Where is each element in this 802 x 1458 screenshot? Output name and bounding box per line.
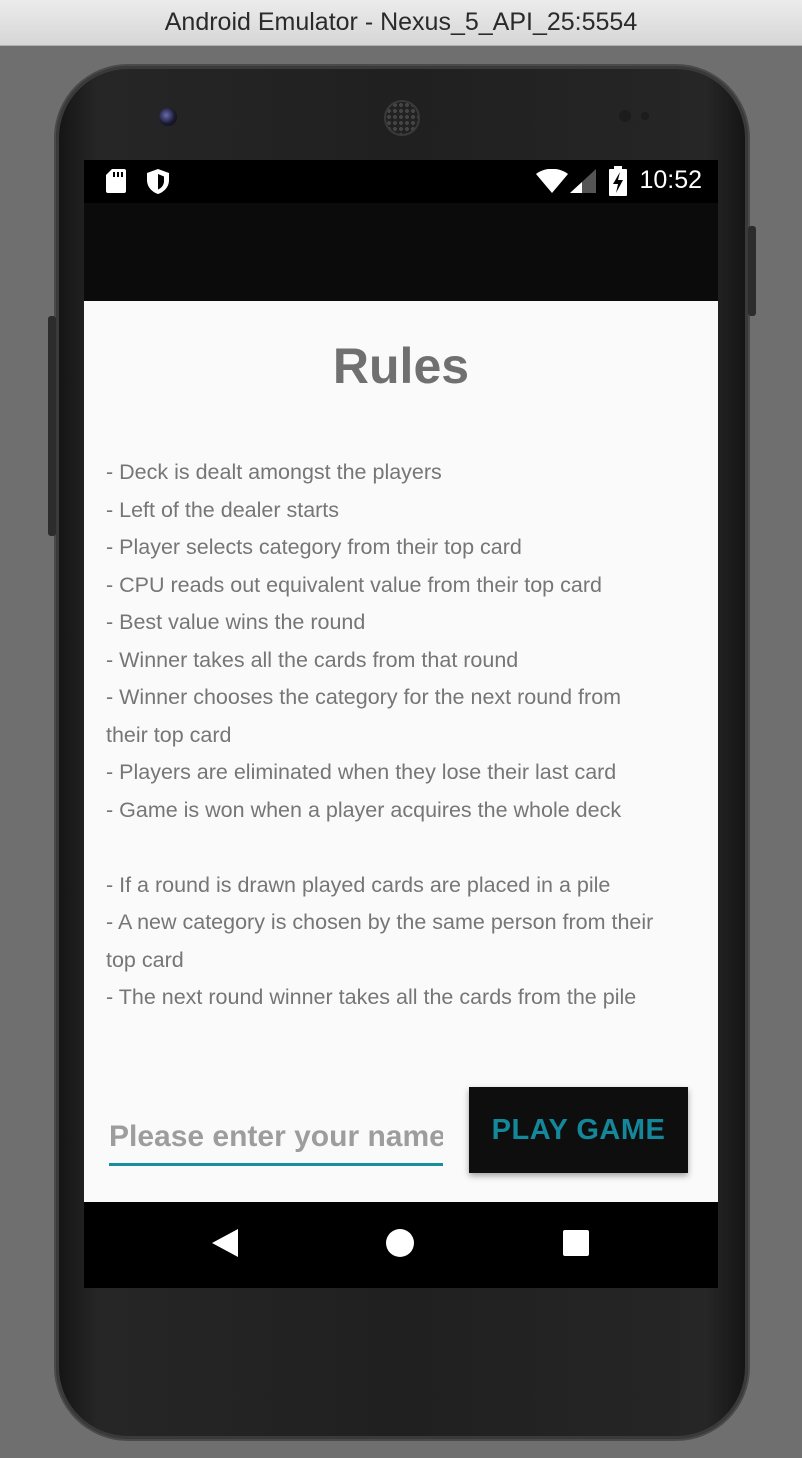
light-sensor: [641, 112, 649, 120]
rule-line: their top card: [106, 722, 232, 747]
recents-icon: [563, 1229, 589, 1261]
play-game-button[interactable]: PLAY GAME: [469, 1087, 688, 1173]
wifi-icon: [536, 168, 568, 198]
battery-charging-icon: [609, 166, 627, 201]
power-button[interactable]: [748, 226, 756, 316]
name-input[interactable]: [109, 1110, 443, 1166]
rule-line: - Winner chooses the category for the ne…: [106, 685, 622, 709]
rule-line: - CPU reads out equivalent value from th…: [106, 572, 602, 597]
back-button[interactable]: [180, 1202, 270, 1288]
device-screen: 10:52 Rules - Deck is dealt amongst the …: [84, 160, 718, 1288]
rule-line: - Players are eliminated when they lose …: [106, 760, 617, 784]
rule-line: - Left of the dealer starts: [106, 497, 340, 522]
rules-screen: Rules - Deck is dealt amongst the player…: [84, 301, 718, 1202]
front-camera: [159, 108, 177, 126]
rule-line: - Game is won when a player acquires the…: [106, 797, 622, 822]
speaker-grille: [384, 100, 420, 136]
recents-button[interactable]: [531, 1202, 621, 1288]
rule-line: - A new category is chosen by the same p…: [106, 910, 654, 934]
volume-button[interactable]: [48, 316, 56, 536]
back-icon: [212, 1228, 238, 1262]
rules-text: - Deck is dealt amongst the players - Le…: [106, 454, 706, 1017]
home-icon: [385, 1228, 415, 1263]
rule-line: - The next round winner takes all the ca…: [106, 985, 637, 1009]
clock: 10:52: [639, 166, 702, 194]
rule-line: - Winner takes all the cards from that r…: [106, 647, 519, 672]
rule-line: - Deck is dealt amongst the players: [106, 460, 442, 484]
rule-line: top card: [106, 947, 184, 972]
emulator-title-bar: Android Emulator - Nexus_5_API_25:5554: [0, 0, 802, 46]
rule-spacer: [106, 829, 706, 867]
shield-icon: [147, 169, 169, 199]
rule-line: - Best value wins the round: [106, 610, 366, 634]
rule-line: - Player selects category from their top…: [106, 535, 522, 559]
signal-icon: [570, 169, 596, 198]
home-button[interactable]: [355, 1202, 445, 1288]
page-title: Rules: [332, 338, 470, 394]
window-title: Android Emulator - Nexus_5_API_25:5554: [164, 8, 638, 36]
app-bar: [84, 203, 718, 301]
status-bar: 10:52: [84, 160, 718, 203]
rule-line: - If a round is drawn played cards are p…: [106, 872, 611, 897]
proximity-sensor: [619, 110, 631, 122]
navigation-bar: [84, 1202, 718, 1288]
sd-card-icon: [106, 169, 126, 198]
